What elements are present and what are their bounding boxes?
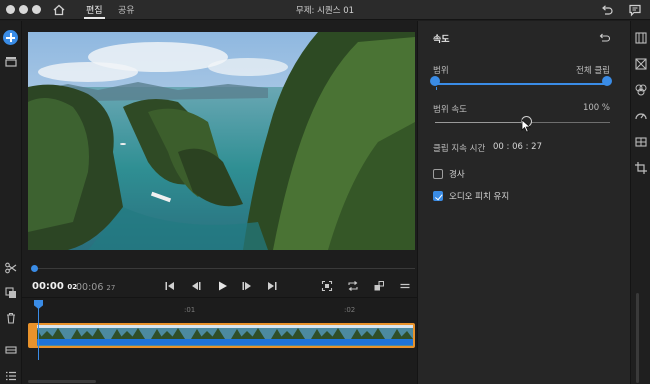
right-rail-scrollbar[interactable] — [636, 293, 639, 383]
reset-icon[interactable] — [598, 31, 611, 43]
project-title: 무제: 시퀀스 01 — [295, 6, 355, 16]
right-panel-rail — [630, 21, 650, 384]
range-label: 범위 — [433, 66, 449, 76]
step-forward-button[interactable] — [241, 280, 253, 292]
scrubber-track[interactable] — [34, 268, 415, 269]
undo-icon[interactable] — [600, 3, 614, 17]
loop-icon[interactable] — [347, 280, 359, 292]
track-icon[interactable] — [4, 343, 18, 357]
media-icon[interactable] — [4, 54, 18, 68]
speed-value: 100 % — [582, 103, 610, 113]
left-tool-rail — [0, 21, 22, 384]
chat-icon[interactable] — [628, 3, 642, 17]
step-back-button[interactable] — [190, 280, 202, 292]
mouse-pointer-icon — [521, 119, 532, 133]
video-preview[interactable] — [28, 32, 415, 250]
audio-icon[interactable] — [634, 135, 648, 149]
clip-audio-waveform — [37, 339, 413, 345]
duration-value: 00 : 06 : 27 — [493, 142, 542, 152]
crop-icon[interactable] — [634, 161, 648, 175]
clip-trim-handle[interactable] — [28, 323, 37, 348]
speed-label: 범위 속도 — [433, 105, 467, 115]
transition-icon[interactable] — [634, 57, 648, 71]
ramp-label: 경사 — [449, 170, 465, 180]
quality-icon[interactable] — [373, 280, 385, 292]
go-to-start-button[interactable] — [164, 280, 176, 292]
range-value: 전체 클립 — [576, 66, 610, 76]
range-end-handle[interactable] — [602, 76, 612, 86]
timeline-scrollbar[interactable] — [28, 380, 96, 383]
duplicate-icon[interactable] — [4, 286, 18, 300]
total-time: 00:06 — [76, 282, 104, 293]
speed-slider-fill — [435, 122, 526, 123]
speed-panel: 속도 범위 전체 클립 범위 속도 100 % 클립 지속 시간 00 : 06… — [417, 21, 630, 384]
ruler-mark-1: :01 — [184, 306, 196, 314]
more-menu-icon[interactable] — [399, 280, 411, 292]
current-time: 00:00 — [32, 281, 64, 292]
duration-label: 클립 지속 시간 — [433, 144, 486, 154]
add-media-button[interactable] — [3, 30, 18, 45]
scissors-icon[interactable] — [4, 261, 18, 275]
maintain-pitch-label: 오디오 피치 유지 — [449, 192, 510, 202]
play-button[interactable] — [216, 280, 228, 292]
trash-icon[interactable] — [4, 311, 18, 325]
fit-icon[interactable] — [321, 280, 333, 292]
go-to-end-button[interactable] — [266, 280, 278, 292]
speed-icon[interactable] — [634, 109, 648, 123]
panel-title: 속도 — [433, 35, 450, 45]
top-bar: 편집 공유 무제: 시퀀스 01 — [0, 0, 650, 20]
ruler-mark-2: :02 — [344, 306, 356, 314]
maintain-pitch-checkbox[interactable] — [433, 191, 443, 201]
adjust-icon[interactable] — [634, 31, 648, 45]
range-tick — [436, 87, 437, 90]
total-timecode: 00:06 27 — [76, 282, 115, 293]
timeline-playhead[interactable] — [38, 300, 39, 360]
ramp-checkbox[interactable] — [433, 169, 443, 179]
range-slider-track[interactable] — [435, 83, 607, 85]
scrubber-handle[interactable] — [31, 265, 38, 272]
color-icon[interactable] — [634, 83, 648, 97]
current-timecode: 00:00 02 — [32, 281, 77, 292]
total-frames: 27 — [106, 284, 116, 292]
list-icon[interactable] — [4, 369, 18, 383]
range-start-handle[interactable] — [430, 76, 440, 86]
